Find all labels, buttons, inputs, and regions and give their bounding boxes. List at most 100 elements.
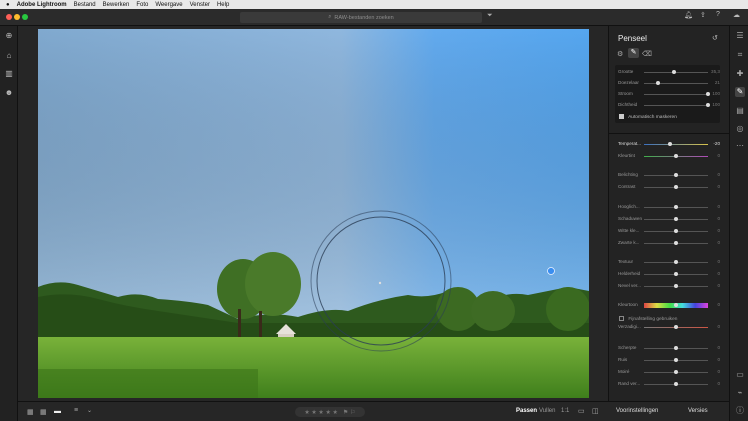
photo-preview[interactable] <box>38 29 589 398</box>
slider-value[interactable]: 0 <box>717 216 720 221</box>
adjust-slider-row[interactable]: Rand ver... 0 <box>609 380 730 388</box>
adjust-slider-row[interactable]: Scherpte 0 <box>609 344 730 352</box>
slider-track[interactable] <box>644 185 708 189</box>
slider-track[interactable] <box>644 260 708 264</box>
share-icon[interactable]: ⇪ <box>700 11 706 19</box>
slider-value[interactable]: -20 <box>713 141 720 146</box>
adjust-slider-row[interactable]: Witte kle... 0 <box>609 227 730 235</box>
adjust-slider-row[interactable]: Belichting 0 <box>609 171 730 179</box>
slider-value[interactable]: 0 <box>717 204 720 209</box>
apple-icon[interactable]: ● <box>6 2 10 8</box>
brush-slider-row[interactable]: Dichtheid 100 <box>609 101 730 109</box>
slider-value[interactable]: 0 <box>717 153 720 158</box>
slider-track[interactable] <box>644 173 708 177</box>
reset-icon[interactable]: ↺ <box>712 34 718 42</box>
slider-knob[interactable] <box>674 346 678 350</box>
slider-value[interactable]: 0 <box>717 172 720 177</box>
adjust-slider-row[interactable]: Zwarte k... 0 <box>609 239 730 247</box>
flag-icon[interactable]: ⚑ <box>343 409 348 416</box>
search-input[interactable]: ⌕ RAW-bestanden zoeken <box>240 12 482 23</box>
slider-value[interactable]: 0 <box>717 302 720 307</box>
chevron-down-icon[interactable]: ⌄ <box>87 407 92 414</box>
slider-knob[interactable] <box>674 217 678 221</box>
slider-knob[interactable] <box>674 185 678 189</box>
slider-track[interactable] <box>644 92 710 96</box>
auto-mask-checkbox[interactable] <box>619 114 624 119</box>
slider-value[interactable]: 0 <box>717 357 720 362</box>
slider-track[interactable] <box>644 272 708 276</box>
slider-track[interactable] <box>644 229 708 233</box>
slider-knob[interactable] <box>674 382 678 386</box>
settings-gear-icon[interactable]: ⚙ <box>617 50 623 58</box>
zoom-fit-button[interactable]: Passen <box>516 408 537 414</box>
tag-icon[interactable]: ⌁ <box>735 388 745 398</box>
add-photos-icon[interactable]: ⊕ <box>4 31 14 41</box>
slider-value[interactable]: 0 <box>717 271 720 276</box>
radial-gradient-icon[interactable]: ◎ <box>735 124 745 134</box>
adjust-slider-row[interactable]: Hooglich... 0 <box>609 203 730 211</box>
brush-icon[interactable]: ✎ <box>735 87 745 97</box>
adjust-slider-row[interactable]: Schaduwen 0 <box>609 215 730 223</box>
filter-icon[interactable]: ⏷ <box>487 12 493 20</box>
slider-knob[interactable] <box>674 229 678 233</box>
slider-track[interactable] <box>644 103 710 107</box>
adjust-slider-row[interactable]: Textuur 0 <box>609 258 730 266</box>
adjust-slider-row[interactable]: Kleurtint 0 <box>609 152 730 160</box>
home-icon[interactable]: ⌂ <box>4 51 14 61</box>
slider-value[interactable]: 0 <box>717 184 720 189</box>
close-window-button[interactable] <box>6 14 12 20</box>
sort-icon[interactable]: ≡ <box>74 407 78 414</box>
slider-value[interactable]: 0 <box>717 259 720 264</box>
menu-photo[interactable]: Foto <box>136 2 148 8</box>
slider-knob[interactable] <box>674 325 678 329</box>
slider-track[interactable] <box>644 154 708 158</box>
adjust-slider-row[interactable]: Nevel ver... 0 <box>609 282 730 290</box>
eraser-icon[interactable]: ⌫ <box>642 50 652 58</box>
slider-track[interactable] <box>644 81 708 85</box>
slider-track[interactable] <box>644 346 708 350</box>
slider-knob[interactable] <box>656 81 661 85</box>
grid-view-icon[interactable]: ▦ <box>27 408 34 416</box>
slider-track[interactable] <box>644 303 708 308</box>
menu-window[interactable]: Venster <box>190 2 210 8</box>
slider-track[interactable] <box>644 205 708 209</box>
menu-edit[interactable]: Bewerken <box>103 2 130 8</box>
versions-tab[interactable]: Versies <box>688 408 708 414</box>
fine-adjust-row[interactable]: Fijnafstelling gebruiken <box>619 316 677 322</box>
slider-value[interactable]: 0 <box>717 345 720 350</box>
adjust-slider-row[interactable]: Contrast 0 <box>609 183 730 191</box>
people-icon[interactable]: ☻ <box>4 88 14 98</box>
healing-icon[interactable]: ✚ <box>735 69 745 79</box>
mask-pin[interactable] <box>547 267 555 275</box>
adjust-slider-row[interactable]: Verzadigi... 0 <box>609 323 730 331</box>
zoom-window-button[interactable] <box>22 14 28 20</box>
notification-bell-icon[interactable]: 🔔︎ <box>684 11 693 19</box>
slider-track[interactable] <box>644 142 708 146</box>
slider-track[interactable] <box>644 70 708 74</box>
slider-value[interactable]: 100 <box>712 91 720 96</box>
slider-knob[interactable] <box>706 92 710 96</box>
brush-tool-icon[interactable]: ✎ <box>628 48 639 58</box>
adjust-slider-row[interactable]: Temperat... -20 <box>609 140 730 148</box>
slider-knob[interactable] <box>674 303 678 307</box>
slider-knob[interactable] <box>674 241 678 245</box>
menu-view[interactable]: Weergave <box>155 2 182 8</box>
help-icon[interactable]: ? <box>716 11 720 18</box>
slider-knob[interactable] <box>674 284 678 288</box>
brush-slider-row[interactable]: Doezelaar 21 <box>609 79 730 87</box>
reject-flag-icon[interactable]: ⚐ <box>350 409 355 416</box>
rating-stars[interactable]: ★ ★ ★ ★ ★ ⚑ ⚐ <box>295 407 365 417</box>
square-grid-icon[interactable]: ▦ <box>40 408 47 416</box>
detail-view-icon[interactable]: ▬ <box>54 408 61 415</box>
slider-value[interactable]: 35,3 <box>711 69 720 74</box>
slider-knob[interactable] <box>668 142 672 146</box>
cloud-icon[interactable]: ☁ <box>733 11 740 19</box>
slider-knob[interactable] <box>674 173 678 177</box>
adjust-slider-row[interactable]: Helderheid 0 <box>609 270 730 278</box>
slider-knob[interactable] <box>706 103 710 107</box>
slider-track[interactable] <box>644 358 708 362</box>
slider-track[interactable] <box>644 217 708 221</box>
brush-slider-row[interactable]: Stroom 100 <box>609 90 730 98</box>
adjust-slider-row[interactable]: Kleurtoon 0 <box>609 301 730 309</box>
minimize-window-button[interactable] <box>14 14 20 20</box>
